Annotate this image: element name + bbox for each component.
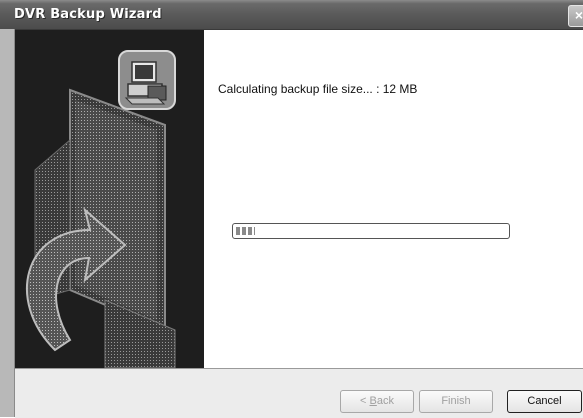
wizard-side-graphic	[15, 30, 204, 368]
wizard-window: DVR Backup Wizard × Calculating backup f…	[0, 0, 583, 418]
back-button[interactable]: < Back	[340, 390, 414, 413]
wizard-content: Calculating backup file size... : 12 MB	[204, 30, 583, 368]
progress-bar-fill	[236, 227, 255, 235]
computer-install-icon	[118, 50, 176, 110]
close-icon: ×	[574, 7, 583, 23]
finish-button[interactable]: Finish	[419, 390, 493, 413]
window-frame-left	[0, 29, 15, 417]
back-button-mnemonic: B	[369, 395, 377, 407]
button-bar: < Back Finish Cancel	[15, 368, 583, 418]
window-title: DVR Backup Wizard	[14, 7, 162, 22]
back-button-rest: ack	[376, 395, 394, 407]
title-bar[interactable]: DVR Backup Wizard ×	[0, 0, 583, 30]
close-button[interactable]: ×	[568, 5, 583, 27]
cancel-button[interactable]: Cancel	[507, 390, 582, 413]
status-message: Calculating backup file size... : 12 MB	[218, 82, 418, 96]
progress-bar	[232, 223, 510, 239]
back-button-prefix: <	[360, 395, 370, 407]
